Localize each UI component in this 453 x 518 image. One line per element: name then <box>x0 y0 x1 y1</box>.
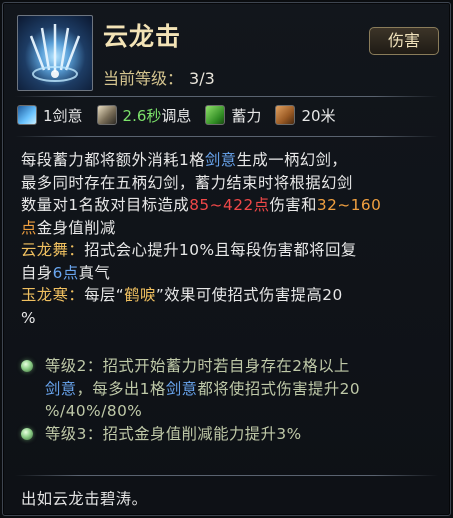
divider <box>15 96 438 97</box>
flavor-text: 出如云龙击碧涛。 <box>21 490 148 508</box>
damage-tag: 伤害 <box>369 27 439 55</box>
charge-icon <box>205 105 226 125</box>
desc-line: 自身6点真气 <box>21 263 111 282</box>
poise-max: 160 <box>350 196 382 214</box>
desc-line: 最多同时存在五柄幻剑，蓄力结束时将根据幻剑 <box>21 173 353 192</box>
keyword-heli: 鹤唳 <box>124 286 156 304</box>
desc-line: 数量对1名敌对目标造成85~422点伤害和32~160 <box>21 196 382 214</box>
skill-level: 当前等级： 3/3 <box>103 65 215 89</box>
stat-sword-intent: 1剑意 <box>17 105 83 126</box>
desc-line: 玉龙寒：每层“鹤唳”效果可使招式伤害提高20 <box>21 286 343 304</box>
cooldown-icon <box>96 105 117 125</box>
stat-text: 20米 <box>301 106 336 125</box>
keyword-sword-intent: 剑意 <box>205 151 237 169</box>
skill-description: 每段蓄力都将额外消耗1格剑意生成一柄幻剑， 最多同时存在五柄幻剑，蓄力结束时将根… <box>21 149 441 329</box>
bullet-icon <box>21 360 33 372</box>
desc-line: 每段蓄力都将额外消耗1格剑意生成一柄幻剑， <box>21 151 348 169</box>
damage-min: 85 <box>189 196 210 214</box>
level-upgrade-3: 等级3：招式金身值削减能力提升3% <box>17 423 447 446</box>
stat-cooldown: 2.6秒 调息 <box>96 105 192 126</box>
damage-max: 422点 <box>223 196 270 214</box>
desc-line: 点金身值削减 <box>21 218 116 237</box>
keyword-sword-intent: 剑意 <box>165 379 198 398</box>
keyword-sword-intent: 剑意 <box>45 379 77 398</box>
desc-line: % <box>21 308 37 327</box>
trait-title-yunlongwu: 云龙舞： <box>21 241 85 259</box>
level-label: 当前等级： <box>103 69 184 88</box>
skill-title: 云龙击 <box>103 22 182 51</box>
stat-text: 蓄力 <box>231 106 262 125</box>
divider <box>15 136 438 137</box>
stat-text: 1剑意 <box>43 106 83 125</box>
level-upgrade-2: 等级2：招式开始蓄力时若自身存在2格以上 剑意，每多出1格剑意都将使招式伤害提升… <box>17 355 447 423</box>
stat-suffix: 调息 <box>161 106 192 125</box>
level-value: 3/3 <box>189 69 215 88</box>
skill-sword-icon <box>17 15 93 91</box>
skill-tooltip: 云龙击 当前等级： 3/3 伤害 1剑意 2.6秒 调息 蓄力 20米 每段蓄力都将… <box>2 2 451 516</box>
trait-title-yulonghan: 玉龙寒： <box>21 286 85 304</box>
stat-range: 20米 <box>275 105 336 126</box>
bullet-icon <box>21 427 33 440</box>
desc-line: 云龙舞：招式会心提升10%且每段伤害都将回复 <box>21 241 357 259</box>
range-icon <box>275 105 296 125</box>
skill-stats: 1剑意 2.6秒 调息 蓄力 20米 <box>17 102 350 128</box>
sword-intent-icon <box>17 105 37 125</box>
level-upgrades: 等级2：招式开始蓄力时若自身存在2格以上 剑意，每多出1格剑意都将使招式伤害提升… <box>17 355 447 445</box>
divider <box>15 475 438 476</box>
stat-charge: 蓄力 <box>205 105 261 126</box>
poise-min: 32 <box>316 196 338 214</box>
stat-text: 2.6秒 <box>122 106 162 125</box>
qi-amount: 6点 <box>52 263 79 282</box>
